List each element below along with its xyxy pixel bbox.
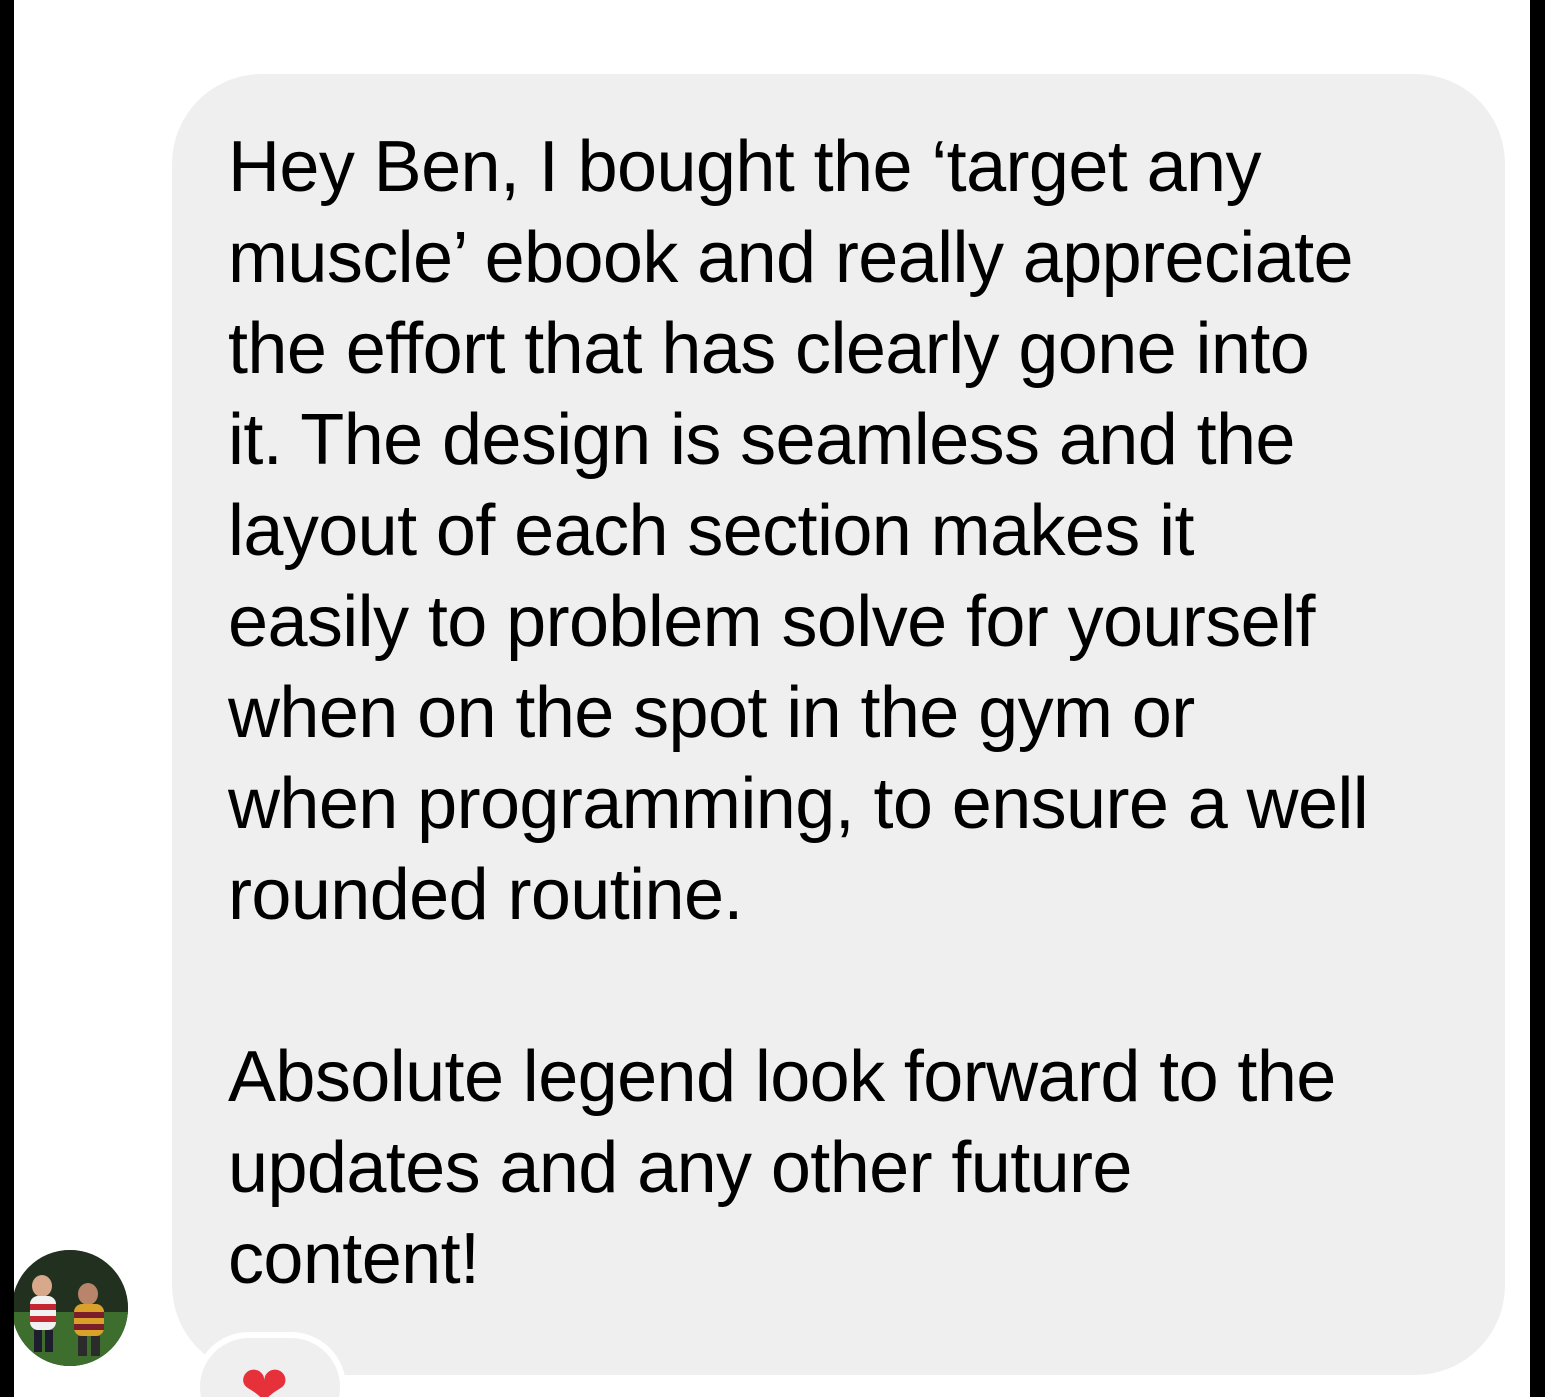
message-paragraph-2: Absolute legend look forward to the upda… — [228, 1037, 1336, 1299]
message-paragraph-1: Hey Ben, I bought the ‘target any muscle… — [228, 127, 1369, 935]
heart-icon: ❤ — [240, 1353, 289, 1397]
reaction-badge[interactable]: ❤ — [194, 1332, 346, 1397]
chat-screen: Hey Ben, I bought the ‘target any muscle… — [14, 0, 1530, 1397]
message-text: Hey Ben, I bought the ‘target any muscle… — [228, 122, 1468, 1305]
avatar[interactable] — [14, 1250, 128, 1366]
avatar-photo — [14, 1250, 128, 1366]
